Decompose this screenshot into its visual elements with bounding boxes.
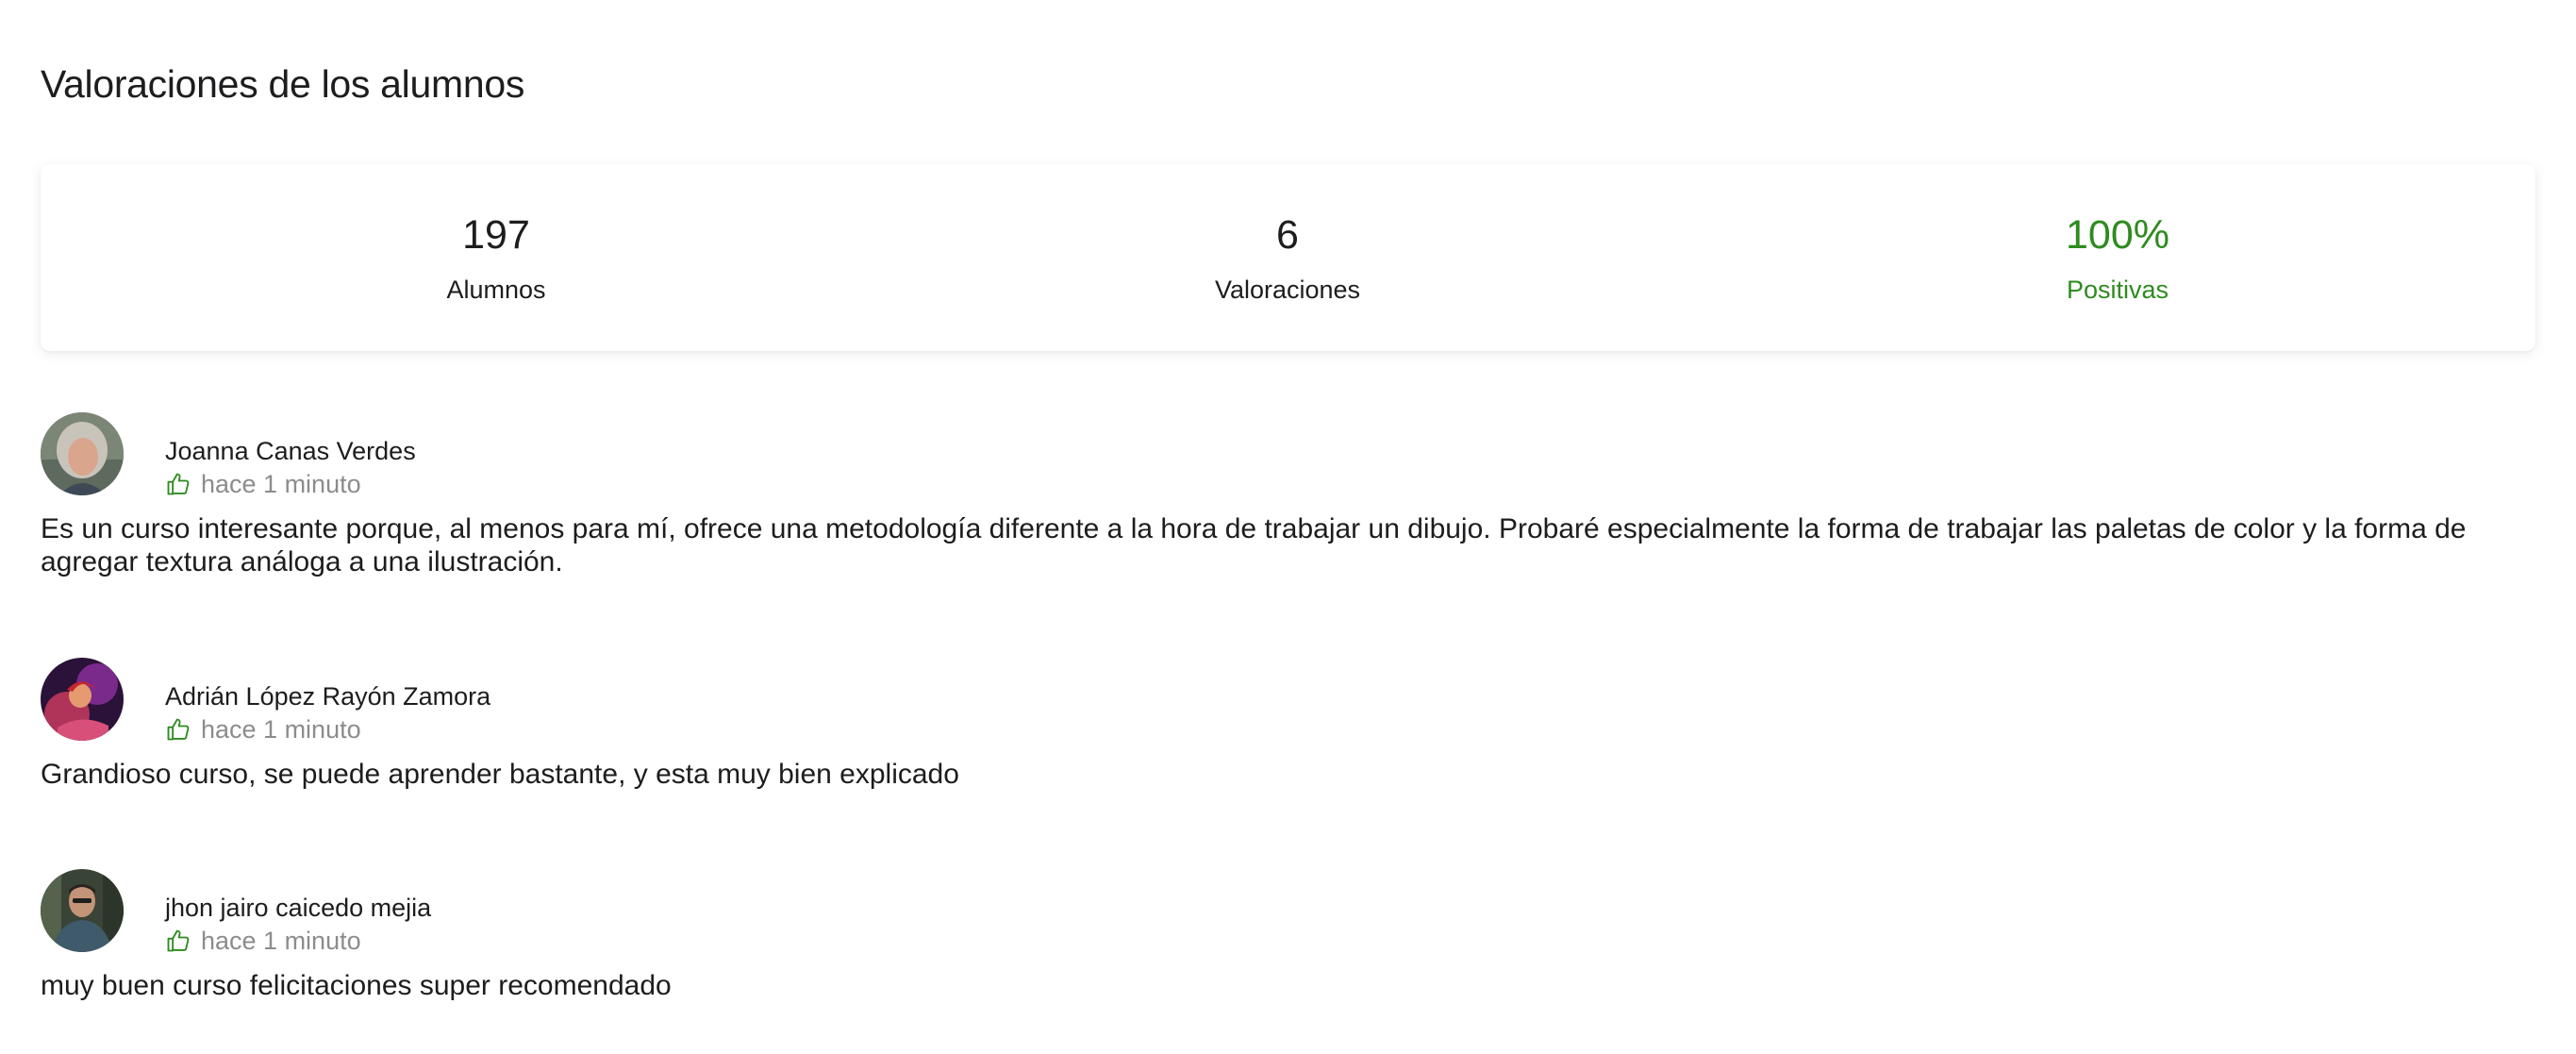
reviewer-name: Joanna Canas Verdes <box>165 437 416 465</box>
students-label: Alumnos <box>446 276 546 304</box>
reviewer-name: jhon jairo caicedo mejia <box>165 894 432 922</box>
section-title: Valoraciones de los alumnos <box>41 62 525 106</box>
review-time: hace 1 minuto <box>201 926 361 955</box>
ratings-label: Valoraciones <box>1214 276 1361 304</box>
review-time: hace 1 minuto <box>201 469 361 498</box>
avatar[interactable] <box>41 869 124 952</box>
positive-label: Positivas <box>2066 276 2169 304</box>
thumbs-up-icon <box>165 471 191 497</box>
stats-card: 197 Alumnos 6 Valoraciones 100% Positiva… <box>41 164 2535 351</box>
reviewer-name: Adrián López Rayón Zamora <box>165 682 491 711</box>
positive-percent: 100% <box>2066 212 2169 258</box>
review-text: muy buen curso felicitaciones super reco… <box>41 970 672 1001</box>
review-meta: hace 1 minuto <box>165 467 361 501</box>
review-time: hace 1 minuto <box>201 714 361 744</box>
ratings-count: 6 <box>1276 212 1299 258</box>
avatar[interactable] <box>41 412 124 495</box>
review-text: Grandioso curso, se puede aprender basta… <box>41 759 959 790</box>
review-meta: hace 1 minuto <box>165 924 361 958</box>
avatar[interactable] <box>41 658 124 741</box>
thumbs-up-icon <box>165 928 191 954</box>
thumbs-up-icon <box>165 716 191 743</box>
review-text: Es un curso interesante porque, al menos… <box>41 513 2467 577</box>
review-meta: hace 1 minuto <box>165 712 361 746</box>
students-count: 197 <box>462 212 530 258</box>
